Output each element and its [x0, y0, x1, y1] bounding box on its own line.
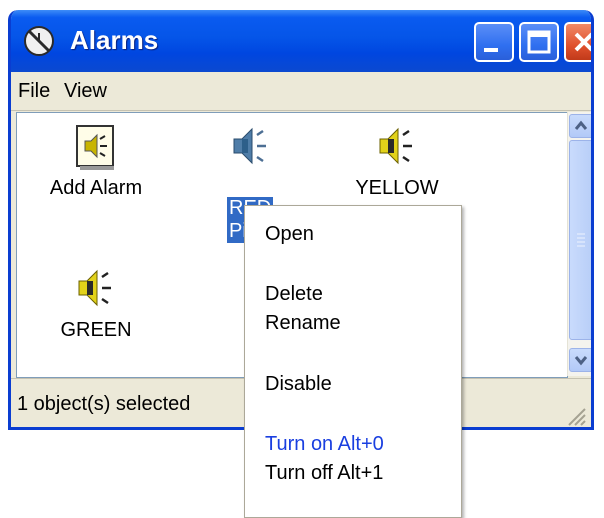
add-alarm-label: Add Alarm: [49, 177, 143, 199]
window-title: Alarms: [70, 25, 159, 55]
yellow-alarm-label: YELLOW: [355, 177, 439, 199]
speaker-icon: [78, 269, 111, 307]
scroll-up-button[interactable]: [569, 114, 591, 138]
red-alarm-item[interactable]: [211, 121, 291, 171]
scroll-thumb[interactable]: [569, 140, 591, 340]
minimize-button[interactable]: [474, 22, 514, 62]
context-menu-turn-on[interactable]: Turn on Alt+0: [265, 433, 384, 456]
add-alarm-icon: [76, 125, 114, 170]
minimize-icon: [484, 48, 498, 52]
speaker-icon: [379, 127, 412, 165]
grip-icon: [577, 233, 585, 247]
add-alarm-item[interactable]: Add Alarm: [41, 121, 151, 200]
green-alarm-label: GREEN: [60, 319, 132, 341]
context-menu-disable[interactable]: Disable: [265, 373, 332, 396]
chevron-down-icon: [574, 356, 588, 366]
maximize-icon: [527, 30, 551, 54]
menu-bar: File View: [11, 72, 591, 111]
resize-grip-icon[interactable]: [563, 403, 587, 427]
context-menu-open[interactable]: Open: [265, 223, 314, 246]
menu-file[interactable]: File: [18, 80, 50, 103]
context-menu: Open Delete Rename Disable Turn on Alt+0…: [244, 205, 462, 518]
vertical-scrollbar[interactable]: [567, 112, 591, 376]
close-button[interactable]: [564, 22, 591, 62]
alarm-clock-icon: [24, 26, 54, 56]
context-menu-rename[interactable]: Rename: [265, 312, 341, 335]
yellow-alarm-item[interactable]: YELLOW: [342, 121, 452, 200]
context-menu-turn-off[interactable]: Turn off Alt+1: [265, 462, 383, 485]
title-bar[interactable]: Alarms: [11, 10, 591, 72]
close-icon: [574, 32, 591, 52]
green-alarm-item[interactable]: GREEN: [41, 263, 151, 342]
menu-view[interactable]: View: [64, 80, 107, 103]
context-menu-delete[interactable]: Delete: [265, 283, 323, 306]
chevron-up-icon: [574, 120, 588, 130]
maximize-button[interactable]: [519, 22, 559, 62]
status-text: 1 object(s) selected: [17, 393, 191, 415]
scroll-down-button[interactable]: [569, 348, 591, 372]
speaker-icon: [233, 127, 266, 165]
